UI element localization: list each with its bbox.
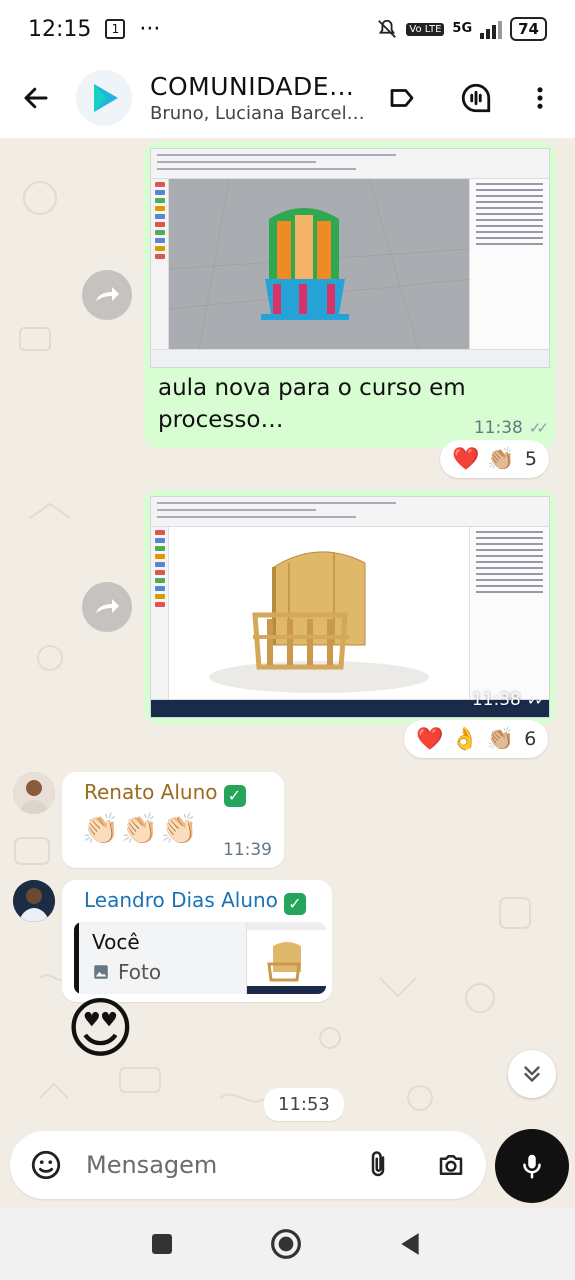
camera-button[interactable] — [432, 1147, 470, 1183]
back-button[interactable] — [0, 58, 72, 138]
sender-name[interactable]: Leandro Dias Aluno — [84, 888, 278, 912]
sender-name[interactable]: Renato Aluno — [84, 780, 218, 804]
reaction-count: 5 — [524, 448, 537, 470]
battery-icon: 74 — [510, 17, 547, 41]
network-type: 5G — [452, 21, 473, 36]
viewport-3d — [168, 178, 472, 352]
sticker-icon — [31, 1150, 61, 1180]
label-icon — [390, 89, 414, 107]
message-caption: aula nova para o curso em processo… — [158, 375, 466, 433]
menu-button[interactable] — [520, 78, 560, 118]
message-text: 👏🏻👏🏻👏🏻 — [82, 812, 201, 847]
verified-icon: ✓ — [223, 784, 246, 807]
viewport-3d — [169, 527, 469, 699]
incoming-message[interactable]: Renato Aluno ✓ 👏🏻👏🏻👏🏻 11:39 — [62, 772, 284, 868]
sender-row: Leandro Dias Aluno ✓ — [84, 888, 306, 915]
forward-button[interactable] — [82, 582, 132, 632]
voice-chat-icon — [461, 83, 491, 113]
arrow-left-icon — [24, 87, 48, 109]
outgoing-image-message[interactable]: 11:38 ✓✓ — [144, 490, 556, 724]
image-attachment[interactable] — [150, 496, 550, 718]
camera-icon — [439, 1155, 463, 1175]
sticker-emoji[interactable]: 😍 — [66, 996, 135, 1062]
recents-button[interactable] — [142, 1224, 182, 1264]
incoming-message[interactable]: Leandro Dias Aluno ✓ Você Foto — [62, 880, 332, 1002]
image-attachment[interactable] — [150, 148, 550, 368]
triangle-back-icon — [401, 1233, 419, 1255]
back-nav-button[interactable] — [390, 1224, 430, 1264]
notification-icon: 1 — [105, 19, 126, 39]
status-bar: 12:15 1 ··· Vo LTE 5G 74 — [0, 0, 575, 58]
chat-header: COMUNIDADE… Bruno, Luciana Barcel… — [0, 58, 575, 138]
status-time: 12:15 — [28, 16, 92, 42]
paperclip-icon — [371, 1151, 385, 1177]
avatar[interactable] — [13, 880, 55, 922]
reaction-emoji: ❤️ — [452, 446, 480, 472]
chair-thumbnail — [247, 922, 326, 994]
chair-model-wood — [209, 551, 429, 693]
group-title: COMUNIDADE… — [150, 72, 355, 101]
reaction-emoji: ❤️ — [416, 726, 444, 752]
microphone-icon — [523, 1154, 541, 1179]
more-vert-icon — [537, 87, 543, 109]
voice-chat-button[interactable] — [456, 78, 496, 118]
system-navigation-bar — [0, 1208, 575, 1280]
quoted-message[interactable]: Você Foto — [74, 922, 326, 994]
quote-author: Você — [92, 930, 140, 954]
group-members: Bruno, Luciana Barcel… — [150, 103, 365, 124]
quote-thumbnail — [246, 922, 326, 994]
chair-model-colored — [168, 178, 472, 352]
quote-preview: Foto — [92, 960, 161, 984]
forward-button[interactable] — [82, 270, 132, 320]
quote-bar — [74, 922, 79, 994]
message-meta: 11:38 ✓✓ — [471, 690, 547, 710]
reaction-count: 6 — [524, 728, 537, 750]
message-time: 11:39 — [223, 840, 272, 860]
chat-area[interactable]: aula nova para o curso em processo… 11:3… — [0, 138, 575, 1128]
home-button[interactable] — [266, 1224, 306, 1264]
forward-icon — [96, 287, 119, 301]
reaction-emoji: 👌 — [451, 726, 479, 752]
label-button[interactable] — [382, 78, 422, 118]
scroll-to-bottom-button[interactable] — [508, 1050, 556, 1098]
home-icon — [271, 1229, 301, 1259]
more-notifications-icon: ··· — [139, 16, 161, 42]
read-ticks-icon: ✓✓ — [528, 419, 549, 437]
reactions-pill[interactable]: ❤️ 👏🏼 5 — [440, 440, 549, 478]
recents-icon — [152, 1234, 172, 1254]
volte-icon: Vo LTE — [406, 22, 445, 36]
sticker-button[interactable] — [16, 1148, 76, 1182]
message-time: 11:38 — [471, 690, 521, 710]
reaction-emoji: 👏🏼 — [487, 446, 515, 472]
avatar[interactable] — [13, 772, 55, 814]
message-input[interactable] — [86, 1151, 356, 1179]
play-logo-icon — [94, 84, 118, 112]
photo-icon — [94, 965, 108, 979]
forward-icon — [96, 599, 119, 613]
attach-button[interactable] — [360, 1147, 396, 1183]
mute-icon — [378, 19, 397, 38]
message-meta: 11:38 ✓✓ — [473, 418, 549, 438]
group-avatar[interactable] — [76, 70, 132, 126]
quote-text: Foto — [118, 960, 162, 984]
signal-icon — [480, 19, 503, 39]
double-chevron-down-icon — [524, 1066, 540, 1082]
voice-message-button[interactable] — [495, 1129, 569, 1203]
read-ticks-icon: ✓✓ — [526, 691, 547, 709]
reactions-pill[interactable]: ❤️ 👌 👏🏼 6 — [404, 720, 549, 758]
outgoing-image-message[interactable]: aula nova para o curso em processo… 11:3… — [144, 142, 556, 448]
message-composer — [10, 1131, 486, 1199]
message-time: 11:38 — [473, 418, 523, 438]
message-time: 11:53 — [264, 1088, 344, 1121]
verified-icon: ✓ — [283, 892, 306, 915]
user-photo-icon — [13, 880, 55, 922]
chat-title-block[interactable]: COMUNIDADE… Bruno, Luciana Barcel… — [150, 72, 370, 124]
reaction-emoji: 👏🏼 — [486, 726, 515, 752]
user-photo-icon — [13, 772, 55, 814]
sender-row: Renato Aluno ✓ — [84, 780, 246, 807]
